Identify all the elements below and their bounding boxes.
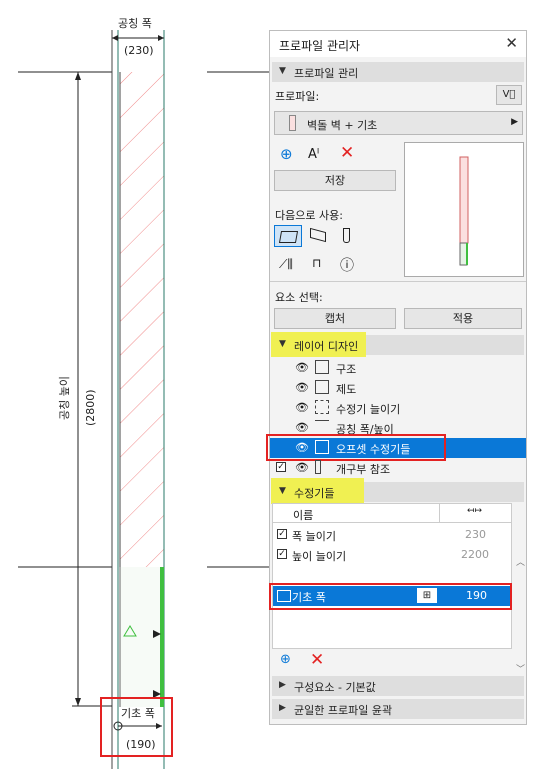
layer-checkbox[interactable]: ✓: [276, 462, 286, 472]
capture-button[interactable]: 캡처: [274, 308, 396, 329]
modifier-value: 2200: [461, 548, 489, 561]
expand-arrow-icon: ▶: [279, 703, 286, 713]
section-label: 균일한 프로파일 윤곽: [294, 704, 393, 717]
section-label: 프로파일 관리: [294, 67, 359, 80]
add-profile-icon[interactable]: ⊕: [280, 145, 293, 163]
layer-drafting[interactable]: 👁 제도: [270, 378, 526, 398]
profile-selector[interactable]: 벽돌 벽 + 기초 ▶: [274, 111, 523, 135]
layer-label: 제도: [336, 383, 357, 396]
section-label: 레이어 디자인: [294, 340, 359, 353]
profile-manager-palette: 프로파일 관리자 ✕ ▼ 프로파일 관리 프로파일: V⃠ 벽돌 벽 + 기초 …: [266, 30, 527, 725]
collapse-arrow-icon: ▼: [279, 486, 286, 496]
use-as-label: 다음으로 사용:: [275, 209, 343, 222]
scroll-up-icon[interactable]: ︿: [516, 555, 525, 568]
column-divider: [439, 504, 440, 522]
layer-opening-reference[interactable]: ✓ 👁 개구부 참조: [270, 458, 526, 478]
modifier-checkbox[interactable]: ✓: [277, 549, 287, 559]
footing-callout-box: [100, 697, 173, 757]
modifier-label: 폭 늘이기: [292, 530, 336, 543]
collapse-arrow-icon: ▼: [279, 66, 286, 76]
close-icon[interactable]: ✕: [505, 34, 518, 52]
section-label: 구성요소 - 기본값: [294, 681, 376, 694]
add-modifier-icon[interactable]: ⊕: [280, 652, 291, 667]
profile-manage-section[interactable]: ▼ 프로파일 관리: [272, 62, 524, 82]
layer-label: 구조: [336, 363, 357, 376]
nominal-width-label: 공칭 폭: [118, 17, 152, 30]
eye-icon[interactable]: 👁: [295, 421, 309, 434]
eye-icon[interactable]: 👁: [295, 361, 309, 374]
modifiers-section[interactable]: ▼ 수정기들: [271, 478, 524, 504]
modifier-value: 230: [465, 528, 486, 541]
use-as-wall-button[interactable]: [274, 225, 302, 247]
wall-profile-icon: [289, 115, 296, 131]
chevron-right-icon: ▶: [511, 117, 518, 127]
divider: [270, 281, 526, 282]
apply-button[interactable]: 적용: [404, 308, 522, 329]
rename-profile-icon[interactable]: Aᴵ: [308, 147, 319, 162]
handrail-icon[interactable]: ⊓: [312, 256, 321, 270]
layer-label: 개구부 참조: [336, 463, 391, 476]
structure-icon: [315, 360, 329, 374]
footing-width-callout: [269, 583, 512, 610]
column-icon[interactable]: [343, 228, 350, 243]
profile-name: 벽돌 벽 + 기초: [307, 119, 378, 132]
profile-label: 프로파일:: [275, 90, 320, 103]
uniform-outline-section[interactable]: ▶ 균일한 프로파일 윤곽: [272, 699, 524, 719]
nominal-size-icon: [315, 420, 329, 434]
header-divider: [273, 522, 511, 523]
profile-preview: [404, 142, 524, 277]
offset-modifier-callout: [266, 434, 446, 461]
column-header-name: 이름: [293, 509, 314, 522]
nominal-height-label: 공칭 높이: [58, 376, 71, 420]
modifier-label: 높이 늘이기: [292, 550, 347, 563]
delete-profile-icon[interactable]: ✕: [340, 143, 354, 163]
drafting-icon: [315, 380, 329, 394]
nominal-height-value: (2800): [84, 389, 97, 426]
collapse-arrow-icon: ▼: [279, 339, 286, 349]
profile-options-icon[interactable]: V⃠: [496, 85, 522, 105]
layer-label: 수정기 늘이기: [336, 403, 401, 416]
opening-reference-icon: [315, 460, 321, 474]
modifier-checkbox[interactable]: ✓: [277, 529, 287, 539]
section-label: 수정기들: [294, 487, 335, 500]
stretch-icon: [315, 400, 329, 414]
modifier-row-height[interactable]: ✓ 높이 늘이기 2200: [273, 546, 511, 564]
railing-icon[interactable]: ⟋⫼: [279, 257, 293, 272]
width-column-icon: ↤↦: [467, 506, 483, 516]
component-defaults-section[interactable]: ▶ 구성요소 - 기본값: [272, 676, 524, 696]
layer-structure[interactable]: 👁 구조: [270, 358, 526, 378]
modifier-row-width[interactable]: ✓ 폭 늘이기 230: [273, 526, 511, 544]
info-icon[interactable]: ⓘ: [340, 255, 354, 275]
modifiers-table: 이름 ↤↦ ✓ 폭 늘이기 230 ✓ 높이 늘이기 2200 기초 폭 ⊞ 1…: [269, 503, 525, 675]
eye-icon[interactable]: 👁: [295, 381, 309, 394]
palette-titlebar: 프로파일 관리자 ✕: [270, 31, 526, 57]
layer-design-section[interactable]: ▼ 레이어 디자인: [271, 332, 524, 357]
eye-icon[interactable]: 👁: [295, 461, 309, 474]
nominal-width-value: (230): [124, 44, 154, 57]
scroll-down-icon[interactable]: ﹀: [516, 662, 525, 675]
wall-icon: [278, 231, 299, 243]
delete-modifier-icon[interactable]: ✕: [310, 650, 324, 670]
layer-stretch-modifiers[interactable]: 👁 수정기 늘이기: [270, 398, 526, 418]
save-button[interactable]: 저장: [274, 170, 396, 191]
palette-title: 프로파일 관리자: [279, 39, 361, 53]
element-select-label: 요소 선택:: [275, 291, 323, 304]
eye-icon[interactable]: 👁: [295, 401, 309, 414]
profile-preview-drawing: [459, 156, 469, 266]
beam-icon[interactable]: [310, 227, 326, 243]
expand-arrow-icon: ▶: [279, 680, 286, 690]
